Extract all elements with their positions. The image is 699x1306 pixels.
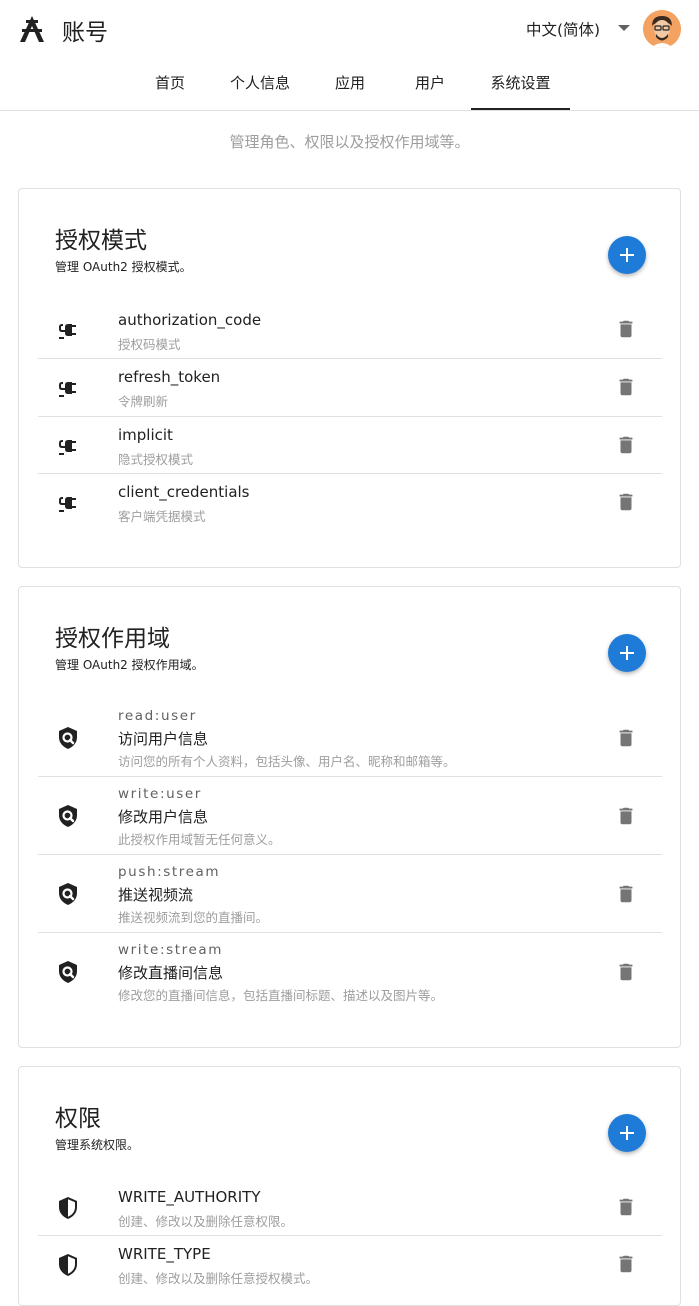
list-item[interactable]: WRITE_TYPE 创建、修改以及删除任意授权模式。 <box>38 1236 662 1293</box>
scopes-card: 授权作用域 管理 OAuth2 授权作用域。 read:user 访问用户信息 … <box>18 586 681 1048</box>
list-item[interactable]: implicit 隐式授权模式 <box>38 417 662 474</box>
item-description: 授权码模式 <box>118 337 181 352</box>
list-item[interactable]: read:user 访问用户信息 访问您的所有个人资料，包括头像、用户名、昵称和… <box>38 699 662 777</box>
section-title: 权限 <box>55 1106 101 1132</box>
list-item[interactable]: write:stream 修改直播间信息 修改您的直播间信息，包括直播间标题、描… <box>38 933 662 1011</box>
page-subtitle: 管理角色、权限以及授权作用域等。 <box>229 133 470 151</box>
add-authority-button[interactable] <box>608 1114 646 1152</box>
item-description: 隐式授权模式 <box>118 452 194 467</box>
trash-icon[interactable] <box>615 375 637 399</box>
item-title: WRITE_AUTHORITY <box>118 1188 261 1206</box>
trash-icon[interactable] <box>615 433 637 457</box>
scope-key: write:user <box>118 786 202 802</box>
item-description: 创建、修改以及删除任意权限。 <box>118 1214 294 1229</box>
item-title: refresh_token <box>118 368 221 386</box>
app-title: 账号 <box>62 20 108 46</box>
list-item[interactable]: write:user 修改用户信息 此授权作用域暂无任何意义。 <box>38 777 662 855</box>
item-description: 令牌刷新 <box>118 394 169 409</box>
trash-icon[interactable] <box>615 1252 637 1276</box>
item-title: 修改用户信息 <box>118 808 209 826</box>
plus-icon <box>615 641 639 665</box>
item-title: WRITE_TYPE <box>118 1245 211 1263</box>
shield-half-icon <box>56 1253 80 1277</box>
logo-icon <box>20 16 44 42</box>
list-item[interactable]: authorization_code 授权码模式 <box>38 301 662 359</box>
item-title: implicit <box>118 426 173 444</box>
trash-icon[interactable] <box>615 804 637 828</box>
shield-search-icon <box>56 804 80 828</box>
item-title: client_credentials <box>118 483 250 501</box>
tab-profile[interactable]: 个人信息 <box>220 58 300 110</box>
trash-icon[interactable] <box>615 1195 637 1219</box>
power-plug-icon <box>56 376 80 400</box>
scope-key: write:stream <box>118 942 223 958</box>
tab-settings[interactable]: 系统设置 <box>471 58 570 110</box>
add-grant-type-button[interactable] <box>608 236 646 274</box>
list-item[interactable]: WRITE_AUTHORITY 创建、修改以及删除任意权限。 <box>38 1179 662 1236</box>
scope-key: push:stream <box>118 864 221 880</box>
item-title: 修改直播间信息 <box>118 964 224 982</box>
item-description: 访问您的所有个人资料，包括头像、用户名、昵称和邮箱等。 <box>118 754 456 769</box>
item-title: 访问用户信息 <box>118 730 209 748</box>
item-description: 此授权作用域暂无任何意义。 <box>118 832 281 847</box>
trash-icon[interactable] <box>615 726 637 750</box>
chevron-down-icon[interactable] <box>618 25 630 31</box>
language-selector[interactable]: 中文(简体) <box>526 18 600 40</box>
avatar[interactable] <box>643 10 681 48</box>
trash-icon[interactable] <box>615 960 637 984</box>
item-title: authorization_code <box>118 311 262 329</box>
tab-users[interactable]: 用户 <box>400 58 460 110</box>
power-plug-icon <box>56 318 80 342</box>
tab-bar: 首页 个人信息 应用 用户 系统设置 <box>0 58 699 111</box>
authorities-card: 权限 管理系统权限。 WRITE_AUTHORITY 创建、修改以及删除任意权限… <box>18 1066 681 1306</box>
list-item[interactable]: refresh_token 令牌刷新 <box>38 359 662 417</box>
item-description: 客户端凭据模式 <box>118 509 206 524</box>
plus-icon <box>615 243 639 267</box>
grant-types-card: 授权模式 管理 OAuth2 授权模式。 authorization_code … <box>18 188 681 568</box>
power-plug-icon <box>56 491 80 515</box>
trash-icon[interactable] <box>615 490 637 514</box>
item-description: 创建、修改以及删除任意授权模式。 <box>118 1271 319 1286</box>
item-description: 修改您的直播间信息，包括直播间标题、描述以及图片等。 <box>118 988 444 1003</box>
tab-apps[interactable]: 应用 <box>320 58 380 110</box>
shield-half-icon <box>56 1196 80 1220</box>
section-title: 授权作用域 <box>55 626 170 652</box>
add-scope-button[interactable] <box>608 634 646 672</box>
app-bar: 账号 中文(简体) <box>0 0 699 58</box>
shield-search-icon <box>56 882 80 906</box>
section-subtitle: 管理系统权限。 <box>55 1138 140 1152</box>
shield-search-icon <box>56 726 80 750</box>
power-plug-icon <box>56 434 80 458</box>
item-description: 推送视频流到您的直播间。 <box>118 910 269 925</box>
tab-home[interactable]: 首页 <box>141 58 199 110</box>
scope-key: read:user <box>118 708 197 724</box>
item-title: 推送视频流 <box>118 886 194 904</box>
list-item[interactable]: client_credentials 客户端凭据模式 <box>38 474 662 532</box>
section-subtitle: 管理 OAuth2 授权作用域。 <box>55 658 204 672</box>
plus-icon <box>615 1121 639 1145</box>
section-title: 授权模式 <box>55 228 147 254</box>
shield-search-icon <box>56 960 80 984</box>
trash-icon[interactable] <box>615 317 637 341</box>
list-item[interactable]: push:stream 推送视频流 推送视频流到您的直播间。 <box>38 855 662 933</box>
section-subtitle: 管理 OAuth2 授权模式。 <box>55 260 192 274</box>
user-avatar-icon <box>643 10 681 48</box>
trash-icon[interactable] <box>615 882 637 906</box>
